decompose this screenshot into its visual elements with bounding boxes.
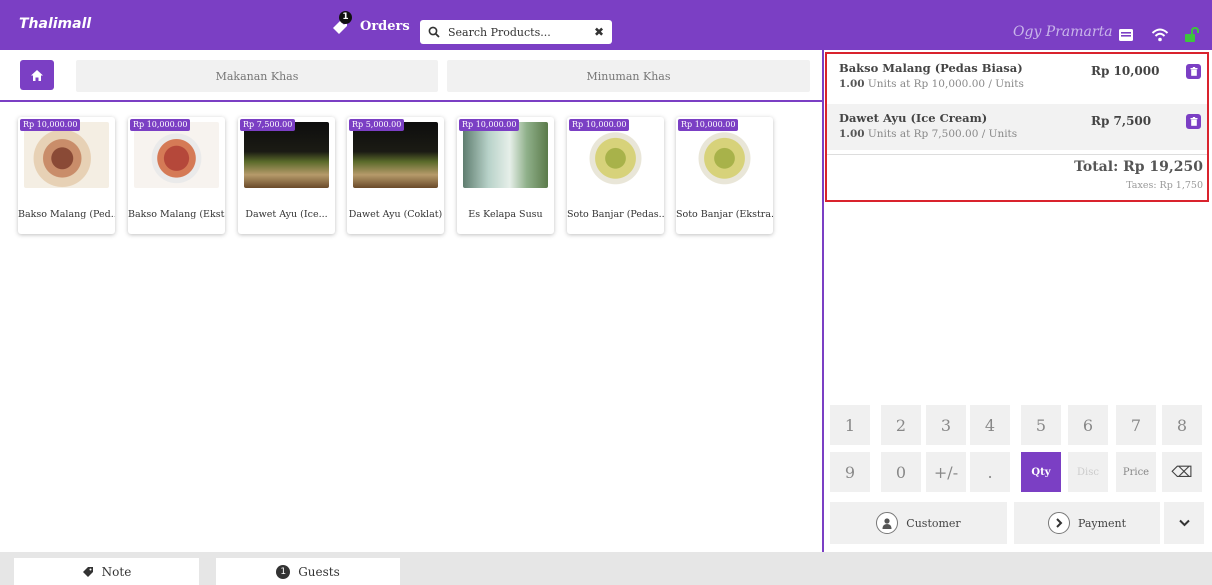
product-name: Es Kelapa Susu (468, 209, 543, 220)
numpad-key-6[interactable]: 6 (1068, 405, 1108, 445)
numpad-key-8[interactable]: 8 (1162, 405, 1202, 445)
numpad-key-7[interactable]: 7 (1116, 405, 1156, 445)
tag-icon (82, 566, 93, 577)
product-name: Bakso Malang (Ekst... (128, 209, 225, 220)
numpad-key-decimal[interactable]: . (970, 452, 1010, 492)
card-icon[interactable] (1117, 26, 1135, 44)
search-box[interactable]: Search Products... ✖ (420, 20, 612, 44)
numpad-key-5[interactable]: 5 (1021, 405, 1061, 445)
user-name[interactable]: Ogy Pramarta (1013, 24, 1113, 40)
category-minuman-khas[interactable]: Minuman Khas (447, 60, 810, 92)
product-image (573, 122, 658, 188)
top-bar: Thalimall 1 Orders Search Products... ✖ … (0, 0, 1212, 50)
numpad-key-4[interactable]: 4 (970, 405, 1010, 445)
search-input[interactable]: Search Products... (448, 26, 594, 39)
orders-button[interactable]: 1 Orders (330, 11, 410, 38)
payment-button[interactable]: Payment (1014, 502, 1160, 544)
chevron-down-icon (1178, 519, 1190, 527)
brand-logo[interactable]: Thalimall (16, 13, 91, 35)
numpad-key-2[interactable]: 2 (881, 405, 921, 445)
price-badge: Rp 10,000.00 (20, 119, 81, 131)
numpad-key-1[interactable]: 1 (830, 405, 870, 445)
price-badge: Rp 10,000.00 (459, 119, 520, 131)
product-name: Bakso Malang (Ped... (18, 209, 115, 220)
guests-count-badge: 1 (276, 564, 291, 579)
category-makanan-khas[interactable]: Makanan Khas (76, 60, 438, 92)
order-taxes: Taxes: Rp 1,750 (1126, 180, 1203, 191)
numpad-key-0[interactable]: 0 (881, 452, 921, 492)
search-icon (428, 26, 440, 38)
numpad-key-3[interactable]: 3 (926, 405, 966, 445)
order-line-detail: 1.00 Units at Rp 10,000.00 / Units (839, 78, 1024, 90)
guests-label: Guests (298, 564, 340, 579)
customer-label: Customer (906, 516, 961, 530)
unlock-icon[interactable] (1184, 26, 1202, 44)
backspace-icon[interactable]: ⌫ (1162, 452, 1202, 492)
product-image (463, 122, 548, 188)
order-line[interactable]: Bakso Malang (Pedas Biasa) 1.00 Units at… (827, 54, 1207, 100)
pos-app: Thalimall 1 Orders Search Products... ✖ … (0, 0, 1212, 585)
price-badge: Rp 5,000.00 (349, 119, 405, 131)
orders-count-badge: 1 (339, 11, 352, 24)
orders-label: Orders (360, 18, 410, 34)
trash-icon[interactable] (1186, 114, 1201, 129)
order-panel: Bakso Malang (Pedas Biasa) 1.00 Units at… (822, 50, 1212, 552)
qty-mode-button[interactable]: Qty (1021, 452, 1061, 492)
product-name: Soto Banjar (Pedas... (567, 209, 664, 220)
guests-button[interactable]: 1 Guests (216, 558, 400, 585)
home-button[interactable] (20, 60, 54, 90)
clear-search-icon[interactable]: ✖ (594, 25, 604, 39)
category-bar: Makanan Khas Minuman Khas (0, 50, 822, 102)
product-card[interactable]: Rp 10,000.00 Soto Banjar (Ekstra... (676, 117, 773, 234)
product-image (682, 122, 767, 188)
order-line-detail: 1.00 Units at Rp 7,500.00 / Units (839, 128, 1018, 140)
logo-text: Thalimall (19, 16, 92, 32)
product-card[interactable]: Rp 10,000.00 Bakso Malang (Ped... (18, 117, 115, 234)
product-card[interactable]: Rp 7,500.00 Dawet Ayu (Ice... (238, 117, 335, 234)
numpad-key-plus-minus[interactable]: +/- (926, 452, 966, 492)
order-line-name: Dawet Ayu (Ice Cream) (839, 111, 988, 125)
payment-label: Payment (1077, 516, 1127, 530)
order-totals: Total: Rp 19,250 Taxes: Rp 1,750 (827, 154, 1207, 200)
customer-button[interactable]: Customer (830, 502, 1007, 544)
disc-mode-button[interactable]: Disc (1068, 452, 1108, 492)
note-button[interactable]: Note (14, 558, 199, 585)
order-line-selected[interactable]: Dawet Ayu (Ice Cream) 1.00 Units at Rp 7… (827, 104, 1207, 150)
home-icon (31, 69, 43, 81)
tag-icon: 1 (330, 11, 352, 37)
price-badge: Rp 10,000.00 (678, 119, 739, 131)
trash-icon[interactable] (1186, 64, 1201, 79)
order-line-price: Rp 10,000 (1091, 64, 1160, 78)
user-icon (876, 512, 899, 534)
wifi-icon[interactable] (1151, 26, 1169, 44)
product-card[interactable]: Rp 5,000.00 Dawet Ayu (Coklat) (347, 117, 444, 234)
product-card[interactable]: Rp 10,000.00 Bakso Malang (Ekst... (128, 117, 225, 234)
product-card[interactable]: Rp 10,000.00 Soto Banjar (Pedas... (567, 117, 664, 234)
product-image (244, 122, 329, 188)
product-name: Dawet Ayu (Ice... (245, 209, 328, 220)
product-name: Soto Banjar (Ekstra... (676, 209, 773, 220)
price-badge: Rp 7,500.00 (240, 119, 296, 131)
more-options-button[interactable] (1164, 502, 1204, 544)
product-image (134, 122, 219, 188)
price-badge: Rp 10,000.00 (569, 119, 630, 131)
order-line-name: Bakso Malang (Pedas Biasa) (839, 61, 1023, 75)
product-card[interactable]: Rp 10,000.00 Es Kelapa Susu (457, 117, 554, 234)
product-name: Dawet Ayu (Coklat) (348, 209, 443, 220)
product-image (24, 122, 109, 188)
chevron-right-icon (1047, 512, 1070, 534)
note-label: Note (101, 564, 132, 579)
order-line-price: Rp 7,500 (1091, 114, 1152, 128)
price-mode-button[interactable]: Price (1116, 452, 1156, 492)
order-total: Total: Rp 19,250 (1074, 159, 1203, 175)
bottom-bar: Note 1 Guests (0, 552, 1212, 585)
numpad-key-9[interactable]: 9 (830, 452, 870, 492)
price-badge: Rp 10,000.00 (130, 119, 191, 131)
product-image (353, 122, 438, 188)
order-lines: Bakso Malang (Pedas Biasa) 1.00 Units at… (825, 52, 1209, 202)
